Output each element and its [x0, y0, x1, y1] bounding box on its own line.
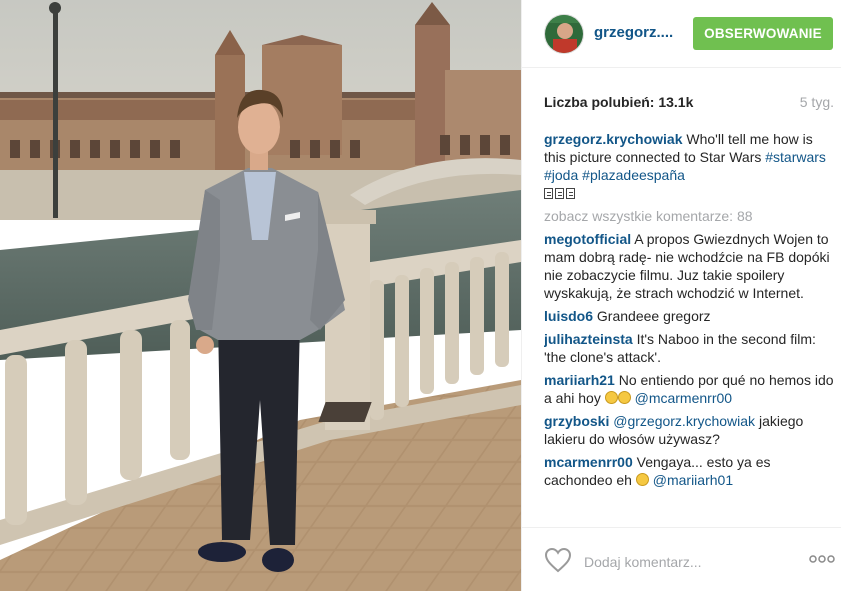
likes-label: Liczba polubień: [544, 94, 655, 110]
comment-item: mariiarh21 No entiendo por qué no hemos … [544, 371, 834, 407]
comment-username[interactable]: mcarmenrr00 [544, 454, 633, 470]
caption-username[interactable]: grzegorz.krychowiak [544, 131, 683, 147]
emoji-icon [555, 188, 564, 199]
post-header: grzegorz.... OBSERWOWANIE [522, 0, 841, 68]
post-time[interactable]: 5 tyg. [800, 94, 834, 110]
comment-mention[interactable]: @mariiarh01 [653, 472, 733, 488]
heart-icon[interactable] [544, 547, 572, 573]
hashtag[interactable]: #starwars [765, 149, 826, 165]
comment-username[interactable]: grzyboski [544, 413, 609, 429]
comment-text: Grandeee gregorz [596, 308, 711, 324]
follow-button[interactable]: OBSERWOWANIE [693, 17, 833, 50]
add-comment-input[interactable] [584, 552, 784, 572]
likes-row: Liczba polubień: 13.1k 5 tyg. [544, 94, 834, 110]
emoji-icon [566, 188, 575, 199]
comments-list[interactable]: grzegorz.krychowiak Who'll tell me how i… [544, 130, 834, 527]
comment-item: luisdo6 Grandeee gregorz [544, 307, 834, 325]
emoji-icon [635, 473, 649, 486]
post-username[interactable]: grzegorz.... [594, 24, 673, 41]
comment-item: megotofficial A propos Gwiezdnych Wojen … [544, 230, 834, 302]
emoji-icon [544, 188, 553, 199]
comment-username[interactable]: megotofficial [544, 231, 631, 247]
emoji-icon [604, 391, 618, 404]
comment-username[interactable]: luisdo6 [544, 308, 593, 324]
likes-count[interactable]: 13.1k [658, 94, 693, 110]
post-footer [522, 527, 841, 591]
view-all-comments-link[interactable]: zobacz wszystkie komentarze: 88 [544, 207, 834, 225]
user-avatar[interactable] [544, 14, 584, 54]
comment-item: grzyboski @grzegorz.krychowiak jakiego l… [544, 412, 834, 448]
comment-mention[interactable]: @mcarmenrr00 [635, 390, 732, 406]
comment-item: julihazteinsta It's Naboo in the second … [544, 330, 834, 366]
comment-username[interactable]: julihazteinsta [544, 331, 633, 347]
comment-mention[interactable]: @grzegorz.krychowiak [613, 413, 755, 429]
caption: grzegorz.krychowiak Who'll tell me how i… [544, 130, 834, 202]
emoji-icon [617, 391, 631, 404]
hashtag[interactable]: #plazadeespaña [582, 167, 685, 183]
hashtag[interactable]: #joda [544, 167, 578, 183]
post-photo[interactable] [0, 0, 521, 591]
comment-item: mcarmenrr00 Vengaya... esto ya es cachon… [544, 453, 834, 489]
more-options-icon[interactable] [809, 554, 835, 564]
comment-username[interactable]: mariiarh21 [544, 372, 615, 388]
post-side-panel: grzegorz.... OBSERWOWANIE Liczba polubie… [521, 0, 841, 591]
